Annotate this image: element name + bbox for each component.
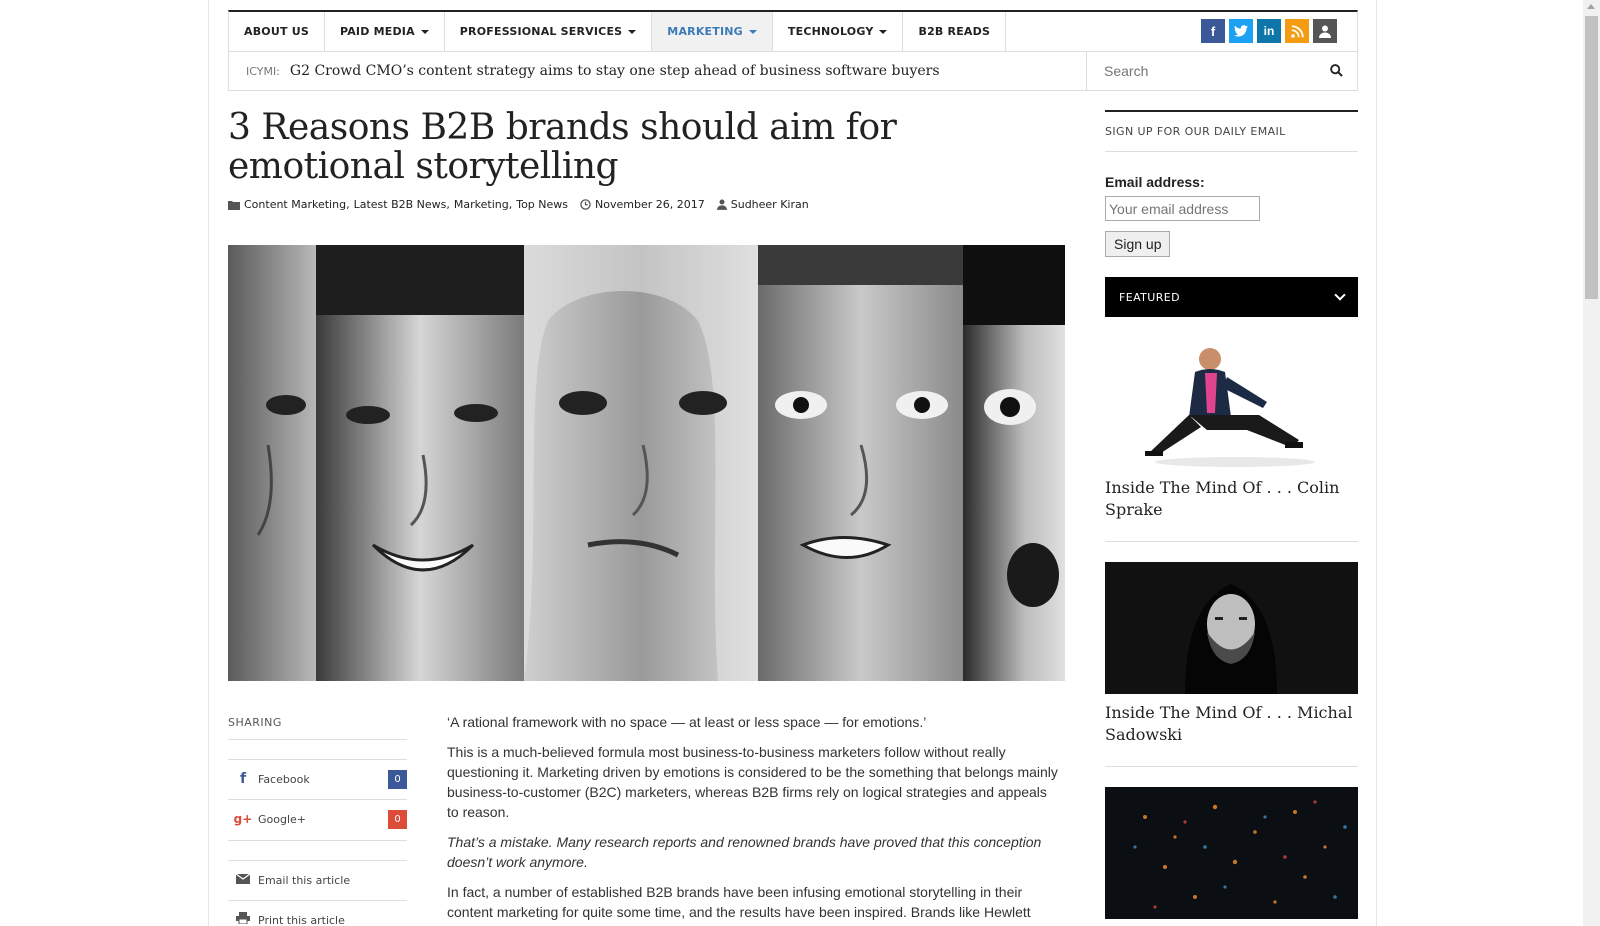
- chevron-down-icon: [1334, 289, 1346, 301]
- featured-title-link[interactable]: Inside The Mind Of . . . Michal Sadowski: [1105, 702, 1358, 746]
- email-field[interactable]: [1105, 196, 1260, 221]
- divider: [1105, 110, 1358, 112]
- linkedin-icon[interactable]: in: [1257, 19, 1281, 43]
- category-link[interactable]: Marketing: [454, 198, 509, 211]
- icymi-ticker: ICYMI: G2 Crowd CMO’s content strategy a…: [228, 52, 1087, 91]
- facebook-icon[interactable]: f: [1201, 19, 1225, 43]
- print-article-button[interactable]: Print this article: [228, 900, 407, 926]
- printer-icon: [228, 912, 258, 926]
- clock-icon: [580, 199, 591, 210]
- scrollbar-thumb[interactable]: [1585, 16, 1598, 299]
- share-facebook-button[interactable]: f Facebook 0: [228, 759, 407, 799]
- nav-about-us[interactable]: ABOUT US: [229, 12, 325, 51]
- article-title: 3 Reasons B2B brands should aim for emot…: [228, 107, 897, 187]
- featured-title-link[interactable]: Inside The Mind Of . . . Colin Sprake: [1105, 477, 1358, 521]
- article-paragraph: ‘A rational framework with no space — at…: [447, 714, 927, 730]
- divider: [1105, 766, 1358, 767]
- article-date: November 26, 2017: [595, 198, 705, 211]
- article-paragraph: This is a much-believed formula most bus…: [447, 744, 1058, 820]
- page-scrollbar[interactable]: [1583, 0, 1600, 926]
- share-google-plus-button[interactable]: g+ Google+ 0: [228, 799, 407, 839]
- icymi-label: ICYMI:: [246, 64, 280, 78]
- email-article-button[interactable]: Email this article: [228, 860, 407, 900]
- featured-thumbnail[interactable]: [1105, 562, 1358, 694]
- folder-icon: [228, 200, 240, 210]
- caret-down-icon: [420, 29, 429, 34]
- sidebar: SIGN UP FOR OUR DAILY EMAIL Email addres…: [1105, 110, 1358, 919]
- social-links: f in: [1201, 19, 1337, 43]
- category-link[interactable]: Content Marketing: [244, 198, 346, 211]
- user-icon: [716, 199, 727, 210]
- nav-paid-media[interactable]: PAID MEDIA: [325, 12, 445, 51]
- category-link[interactable]: Top News: [516, 198, 568, 211]
- search-input[interactable]: [1104, 63, 1324, 79]
- article-meta: Content Marketing, Latest B2B News, Mark…: [228, 198, 809, 211]
- featured-item[interactable]: [1105, 787, 1358, 919]
- twitter-icon[interactable]: [1229, 19, 1253, 43]
- nav-marketing[interactable]: MARKETING: [652, 12, 773, 51]
- featured-item[interactable]: Inside The Mind Of . . . Michal Sadowski: [1105, 562, 1358, 767]
- share-facebook-label: Facebook: [258, 772, 310, 786]
- nav-professional-services[interactable]: PROFESSIONAL SERVICES: [445, 12, 653, 51]
- featured-thumbnail[interactable]: [1105, 787, 1358, 919]
- sharing-label: SHARING: [228, 716, 282, 729]
- search-icon[interactable]: [1330, 64, 1343, 77]
- email-label: Email address:: [1105, 174, 1205, 190]
- caret-down-icon: [879, 29, 888, 34]
- caret-down-icon: [748, 29, 757, 34]
- caret-down-icon: [628, 29, 637, 34]
- article-body: ‘A rational framework with no space — at…: [447, 712, 1062, 926]
- ticker-headline-link[interactable]: G2 Crowd CMO’s content strategy aims to …: [290, 63, 940, 79]
- article-paragraph: That’s a mistake. Many research reports …: [447, 834, 1042, 870]
- signup-button[interactable]: Sign up: [1105, 231, 1171, 257]
- scroll-up-arrow-icon[interactable]: [1587, 4, 1595, 9]
- featured-dropdown[interactable]: FEATURED: [1105, 277, 1358, 317]
- main-navigation: ABOUT US PAID MEDIA PROFESSIONAL SERVICE…: [228, 10, 1358, 52]
- nav-technology[interactable]: TECHNOLOGY: [773, 12, 904, 51]
- divider: [1105, 151, 1358, 152]
- article-author[interactable]: Sudheer Kiran: [731, 198, 809, 211]
- featured-thumbnail[interactable]: [1105, 337, 1358, 469]
- newsletter-heading: SIGN UP FOR OUR DAILY EMAIL: [1105, 125, 1286, 138]
- share-google-plus-label: Google+: [258, 812, 307, 826]
- divider: [228, 739, 407, 740]
- search-box: [1086, 52, 1358, 91]
- user-icon[interactable]: [1313, 19, 1337, 43]
- featured-label: FEATURED: [1119, 290, 1180, 304]
- nav-b2b-reads[interactable]: B2B READS: [903, 12, 1007, 51]
- google-plus-icon: g+: [233, 812, 253, 826]
- divider: [228, 840, 407, 841]
- google-plus-share-count: 0: [388, 809, 407, 829]
- envelope-icon: [228, 872, 258, 888]
- rss-icon[interactable]: [1285, 19, 1309, 43]
- facebook-share-count: 0: [388, 769, 407, 789]
- article-hero-image: [228, 245, 1065, 681]
- email-article-label: Email this article: [258, 873, 351, 887]
- article-paragraph: In fact, a number of established B2B bra…: [447, 884, 1031, 926]
- facebook-icon: f: [239, 771, 247, 787]
- divider: [1105, 541, 1358, 542]
- featured-item[interactable]: Inside The Mind Of . . . Colin Sprake: [1105, 337, 1358, 542]
- category-link[interactable]: Latest B2B News: [354, 198, 447, 211]
- print-article-label: Print this article: [258, 913, 345, 926]
